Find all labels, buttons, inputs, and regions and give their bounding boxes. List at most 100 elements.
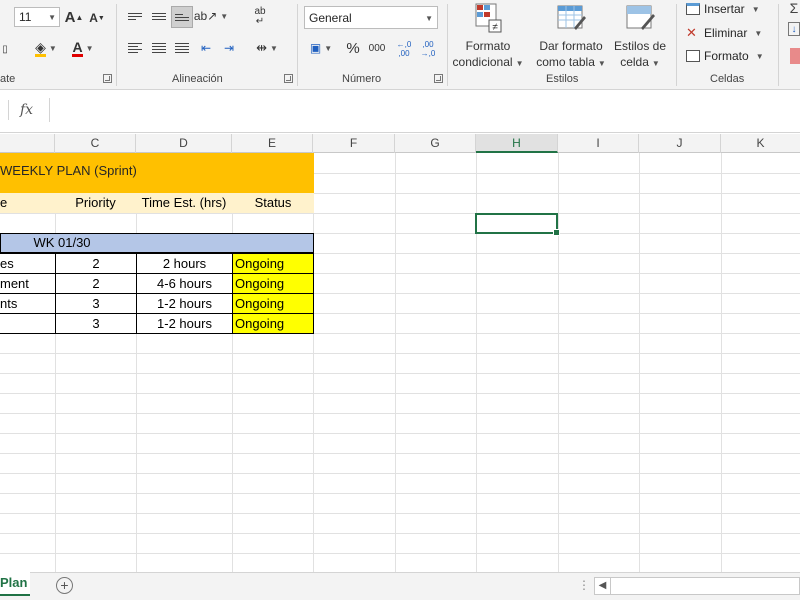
ribbon-divider xyxy=(447,4,448,86)
status-cell[interactable]: Ongoing xyxy=(232,253,314,274)
wrap-text-icon[interactable]: ab ↵ xyxy=(252,6,268,28)
column-header-active[interactable]: H xyxy=(476,134,558,153)
gridline xyxy=(0,353,800,354)
font-dialog-launcher[interactable] xyxy=(103,74,112,83)
header-cell-time[interactable]: Time Est. (hrs) xyxy=(136,193,232,213)
insert-cells-button[interactable]: Insertar ▼ xyxy=(686,2,760,16)
conditional-formatting-button[interactable]: ≠ Formato condicional ▼ xyxy=(453,2,523,72)
increase-font-icon[interactable]: A ▲ xyxy=(65,8,84,26)
column-header[interactable]: D xyxy=(136,134,232,153)
table-header-row: e Priority Time Est. (hrs) Status xyxy=(0,193,314,213)
priority-cell[interactable]: 3 xyxy=(55,293,137,314)
task-cell[interactable] xyxy=(0,313,56,334)
number-format-select[interactable]: General ▼ xyxy=(304,6,438,29)
column-header[interactable]: J xyxy=(639,134,721,153)
scroll-left-icon[interactable]: ◀ xyxy=(595,578,611,594)
priority-cell[interactable]: 2 xyxy=(55,253,137,274)
align-center-icon[interactable] xyxy=(150,40,168,56)
gridline xyxy=(0,373,800,374)
comma-style-button[interactable]: 000 xyxy=(367,40,387,56)
task-cell[interactable]: nts xyxy=(0,293,56,314)
column-header[interactable]: I xyxy=(558,134,639,153)
gridline xyxy=(0,473,800,474)
align-top-icon[interactable] xyxy=(126,8,144,24)
increase-decimal-button[interactable]: ←,0 ,00 xyxy=(395,38,413,60)
formula-bar-divider xyxy=(8,100,9,120)
gridline xyxy=(0,553,800,554)
decrease-indent-icon[interactable]: ⇤ xyxy=(197,40,215,56)
cell-styles-label-1: Estilos de xyxy=(613,39,667,53)
horizontal-scrollbar[interactable]: ◀ xyxy=(594,577,800,595)
align-bottom-icon[interactable] xyxy=(171,6,193,28)
time-cell[interactable]: 2 hours xyxy=(136,253,233,274)
gridline xyxy=(0,213,800,214)
borders-icon[interactable]: ▯ xyxy=(0,40,10,58)
font-size-value: 11 xyxy=(19,10,32,24)
column-header[interactable]: G xyxy=(395,134,476,153)
conditional-formatting-label-1: Formato xyxy=(465,39,511,53)
increase-indent-icon[interactable]: ⇥ xyxy=(220,40,238,56)
alignment-dialog-launcher[interactable] xyxy=(284,74,293,83)
chevron-down-icon: ▼ xyxy=(220,11,229,21)
number-dialog-launcher[interactable] xyxy=(434,74,443,83)
delete-cells-button[interactable]: ✕ Eliminar ▼ xyxy=(686,25,762,41)
task-cell[interactable]: ment xyxy=(0,273,56,294)
time-cell[interactable]: 4-6 hours xyxy=(136,273,233,294)
clear-icon[interactable] xyxy=(790,48,800,64)
percent-style-button[interactable]: % xyxy=(344,38,362,58)
priority-cell[interactable]: 3 xyxy=(55,313,137,334)
time-cell[interactable]: 1-2 hours xyxy=(136,313,233,334)
orientation-button[interactable]: ab↗ ▼ xyxy=(194,8,228,24)
active-cell-selection[interactable] xyxy=(475,213,560,236)
header-cell-task[interactable]: e xyxy=(0,193,55,213)
column-header[interactable]: F xyxy=(313,134,395,153)
align-left-icon[interactable] xyxy=(126,40,144,56)
font-size-select[interactable]: 11 ▼ xyxy=(14,7,60,27)
task-cell[interactable]: es xyxy=(0,253,56,274)
priority-cell[interactable]: 2 xyxy=(55,273,137,294)
sheet-tab-plan[interactable]: Plan xyxy=(0,572,30,596)
time-cell[interactable]: 1-2 hours xyxy=(136,293,233,314)
gridline xyxy=(55,153,56,572)
tab-splitter-icon[interactable]: ⋮ xyxy=(578,578,590,592)
cell-styles-button[interactable]: Estilos de celda ▼ xyxy=(610,2,670,72)
column-header[interactable]: K xyxy=(721,134,800,153)
status-cell[interactable]: Ongoing xyxy=(232,293,314,314)
column-header[interactable]: C xyxy=(55,134,136,153)
paint-bucket-icon: ◈ xyxy=(35,38,46,57)
column-header[interactable]: E xyxy=(232,134,313,153)
align-right-icon[interactable] xyxy=(173,40,191,56)
merge-center-button[interactable]: ⇹ ▼ xyxy=(250,38,284,58)
fill-icon[interactable]: ↓ xyxy=(788,22,800,36)
font-color-icon: A xyxy=(72,38,83,57)
gridline xyxy=(0,433,800,434)
column-header-b[interactable] xyxy=(0,134,55,153)
insert-function-icon[interactable]: fx xyxy=(20,102,33,118)
accounting-format-button[interactable]: ▣ ▼ xyxy=(306,38,336,58)
format-cells-button[interactable]: Formato ▼ xyxy=(686,49,764,63)
decrease-font-icon[interactable]: A ▼ xyxy=(89,10,105,26)
sheet-title: WEEKLY PLAN (Sprint) xyxy=(0,163,137,178)
status-cell[interactable]: Ongoing xyxy=(232,273,314,294)
gridline xyxy=(0,393,800,394)
ribbon: 11 ▼ A ▲ A ▼ ▯ ◈ ▼ A ▼ ate ab↗ ▼ ab ↵ ⇤ ⇥ ⇹ ▼ Al… xyxy=(0,0,800,90)
worksheet-grid[interactable]: WEEKLY PLAN (Sprint) e Priority Time Est… xyxy=(0,153,800,572)
chevron-down-icon: ▼ xyxy=(48,43,57,53)
format-as-table-button[interactable]: Dar formato como tabla ▼ xyxy=(532,2,610,72)
week-label: WK 01/30 xyxy=(33,235,91,250)
autosum-icon[interactable]: Σ xyxy=(788,0,800,16)
status-cell[interactable]: Ongoing xyxy=(232,313,314,334)
header-cell-status[interactable]: Status xyxy=(232,193,314,213)
header-cell-priority[interactable]: Priority xyxy=(55,193,136,213)
align-middle-icon[interactable] xyxy=(150,8,168,24)
fill-color-button[interactable]: ◈ ▼ xyxy=(34,38,58,58)
decrease-decimal-button[interactable]: ,00 →,0 xyxy=(419,38,437,60)
sheet-title-cell[interactable]: WEEKLY PLAN (Sprint) xyxy=(0,153,314,193)
font-color-button[interactable]: A ▼ xyxy=(70,38,96,58)
add-sheet-button[interactable]: + xyxy=(56,577,73,594)
cell-styles-label-2: celda ▼ xyxy=(620,55,660,69)
formula-input[interactable] xyxy=(49,98,800,122)
gridline xyxy=(232,153,233,572)
insert-cells-icon xyxy=(686,3,700,15)
week-row[interactable]: WK 01/30 xyxy=(0,233,314,253)
